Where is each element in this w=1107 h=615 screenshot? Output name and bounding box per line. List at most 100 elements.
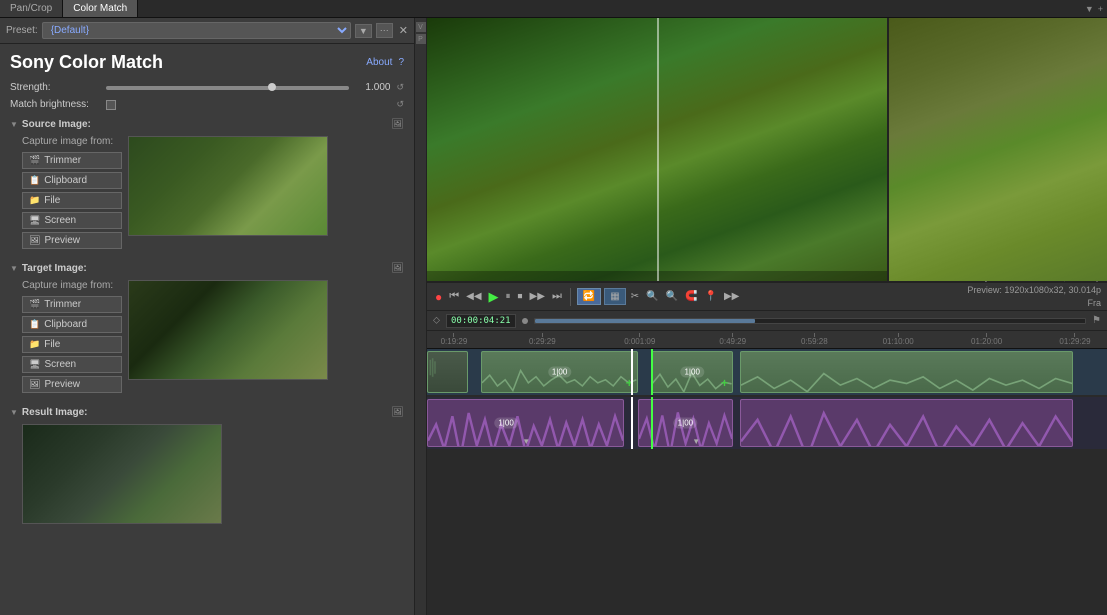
video-track: 1|00 + 1|00 + — [427, 349, 1107, 395]
source-trimmer-btn[interactable]: 🎬 Trimmer — [22, 152, 122, 169]
strength-value: 1.000 — [355, 82, 390, 93]
loop-btn[interactable]: 🔁 — [577, 288, 601, 305]
pos-timecode[interactable]: 00:00:04:21 — [446, 314, 516, 328]
result-section-header[interactable]: ▼ Result Image: 🖼 — [6, 405, 408, 420]
preset-close-btn[interactable]: ✕ — [399, 24, 408, 37]
target-preview-btn[interactable]: 🖼 Preview — [22, 376, 122, 393]
pause-btn[interactable]: ⏸ — [504, 289, 513, 304]
clip-2-marker: 1|00 — [548, 367, 571, 378]
ruler-mark-4: 0:59:28 — [801, 333, 828, 346]
more-btn[interactable]: ▶▶ — [722, 289, 741, 304]
preview-main — [427, 18, 887, 281]
timeline-area: 0:19:29 0:29:29 0:001:09 0:49:29 0:59:28 — [427, 331, 1107, 615]
right-area: ● ⏮ ◀◀ ▶ ⏸ ⏹ ▶▶ ⏭ 🔁 ▦ ✂ 🔍 🔍 🧲 📍 ▶▶ Proje… — [427, 18, 1107, 615]
clipboard-icon: 📋 — [29, 175, 40, 186]
video-clip-3[interactable]: 1|00 + — [651, 351, 733, 393]
target-screen-btn[interactable]: 🖥 Screen — [22, 356, 122, 373]
target-preview-icon: 🖼 — [29, 379, 40, 390]
record-btn[interactable]: ● — [433, 288, 444, 306]
target-capture-panel: Capture image from: 🎬 Trimmer 📋 Clipboar… — [22, 280, 122, 393]
source-trimmer-label: Trimmer — [44, 155, 81, 166]
ruler-mark-6: 01:20:00 — [971, 333, 1002, 346]
preset-more-btn[interactable]: ⋯ — [376, 23, 393, 38]
position-bar: ⬦ 00:00:04:21 ⚑ — [427, 311, 1107, 331]
target-trimmer-btn[interactable]: 🎬 Trimmer — [22, 296, 122, 313]
preview-secondary-image — [889, 18, 1107, 281]
preview-area — [427, 18, 1107, 283]
target-file-label: File — [44, 339, 60, 350]
match-brightness-label: Match brightness: — [10, 99, 100, 110]
tab-pan-crop[interactable]: Pan/Crop — [0, 0, 63, 17]
ruler-mark-2: 0:001:09 — [624, 333, 655, 346]
target-clipboard-btn[interactable]: 📋 Clipboard — [22, 316, 122, 333]
match-brightness-checkbox[interactable] — [106, 100, 116, 110]
preview-info-text: Preview: 1920x1080x32, 30.014p — [967, 284, 1101, 297]
source-section-icon[interactable]: 🖼 — [391, 119, 404, 130]
tab-color-match-label: Color Match — [73, 3, 127, 14]
stop-btn[interactable]: ⏹ — [516, 289, 525, 304]
target-thumbnail — [128, 280, 328, 380]
source-screen-btn[interactable]: 🖥 Screen — [22, 212, 122, 229]
pos-flag-icon: ⚑ — [1092, 315, 1101, 326]
help-link[interactable]: ? — [398, 57, 404, 68]
strength-thumb — [268, 83, 276, 91]
ruler-mark-5: 01:10:00 — [883, 333, 914, 346]
preset-dropdown[interactable]: {Default} — [42, 22, 351, 39]
timeline-controls: ● ⏮ ◀◀ ▶ ⏸ ⏹ ▶▶ ⏭ 🔁 ▦ ✂ 🔍 🔍 🧲 📍 ▶▶ Proje… — [427, 283, 1107, 311]
strength-reset[interactable]: ↺ — [396, 82, 404, 93]
source-section-content: Capture image from: 🎬 Trimmer 📋 Clipboar… — [6, 132, 408, 253]
preview-icon: 🖼 — [29, 235, 40, 246]
video-clip-2[interactable]: 1|00 + — [481, 351, 637, 393]
audio-clip-3[interactable] — [740, 399, 1073, 447]
video-clip-1[interactable] — [427, 351, 468, 393]
target-screen-label: Screen — [44, 359, 76, 370]
video-clip-4[interactable] — [740, 351, 1073, 393]
video-track-content[interactable]: 1|00 + 1|00 + — [427, 349, 1107, 395]
zoom-out-btn[interactable]: 🔍 — [664, 289, 680, 304]
strength-slider[interactable] — [106, 86, 349, 90]
audio-track-content[interactable]: 1|00 1|00 — [427, 397, 1107, 449]
audio-playhead — [631, 397, 633, 449]
prev-frame-btn[interactable]: ◀◀ — [464, 289, 483, 304]
video-green-marker — [651, 349, 653, 395]
tab-color-match[interactable]: Color Match — [63, 0, 138, 17]
strength-row: Strength: 1.000 ↺ — [0, 79, 414, 96]
go-end-btn[interactable]: ⏭ — [550, 288, 564, 305]
play-btn[interactable]: ▶ — [487, 287, 501, 307]
target-section-icon[interactable]: 🖼 — [391, 263, 404, 274]
source-file-btn[interactable]: 📁 File — [22, 192, 122, 209]
source-preview-btn[interactable]: 🖼 Preview — [22, 232, 122, 249]
next-frame-btn[interactable]: ▶▶ — [528, 289, 547, 304]
zoom-in-btn[interactable]: 🔍 — [644, 289, 660, 304]
pos-bar[interactable] — [534, 318, 1086, 324]
audio-indicator-2: ▼ — [692, 437, 700, 446]
go-start-btn[interactable]: ⏮ — [447, 288, 461, 305]
plugin-header: Sony Color Match About ? — [0, 44, 414, 79]
result-section-icon[interactable]: 🖼 — [391, 407, 404, 418]
source-section-header[interactable]: ▼ Source Image: 🖼 — [6, 117, 408, 132]
source-triangle-icon: ▼ — [10, 120, 18, 129]
snap-btn[interactable]: 🧲 — [683, 289, 699, 304]
pos-nav-btn[interactable] — [522, 318, 528, 324]
marker-btn[interactable]: 📍 — [703, 289, 719, 304]
about-link[interactable]: About — [366, 57, 392, 68]
preset-bar: Preset: {Default} ▼ ⋯ ✕ — [0, 18, 414, 44]
tab-dropdown-icon[interactable]: ▼ — [1085, 4, 1094, 14]
result-section-title: Result Image: — [22, 407, 88, 418]
tab-add-icon[interactable]: + — [1098, 4, 1103, 14]
preset-arrow-btn[interactable]: ▼ — [355, 24, 372, 38]
clip-3-plus: + — [721, 376, 728, 390]
split-btn[interactable]: ✂ — [629, 289, 641, 304]
audio-clip-2-marker: 1|00 — [674, 418, 697, 429]
source-capture-label: Capture image from: — [22, 136, 122, 147]
tab-bar: Pan/Crop Color Match ▼ + — [0, 0, 1107, 18]
target-file-btn[interactable]: 📁 File — [22, 336, 122, 353]
ctrl-sep-1 — [570, 288, 571, 306]
selection-btn[interactable]: ▦ — [604, 288, 625, 305]
match-brightness-reset[interactable]: ↺ — [396, 99, 404, 110]
target-file-icon: 📁 — [29, 339, 40, 350]
source-clipboard-btn[interactable]: 📋 Clipboard — [22, 172, 122, 189]
source-section: ▼ Source Image: 🖼 Capture image from: 🎬 … — [0, 113, 414, 257]
target-section-header[interactable]: ▼ Target Image: 🖼 — [6, 261, 408, 276]
timeline-ruler: 0:19:29 0:29:29 0:001:09 0:49:29 0:59:28 — [427, 331, 1107, 349]
